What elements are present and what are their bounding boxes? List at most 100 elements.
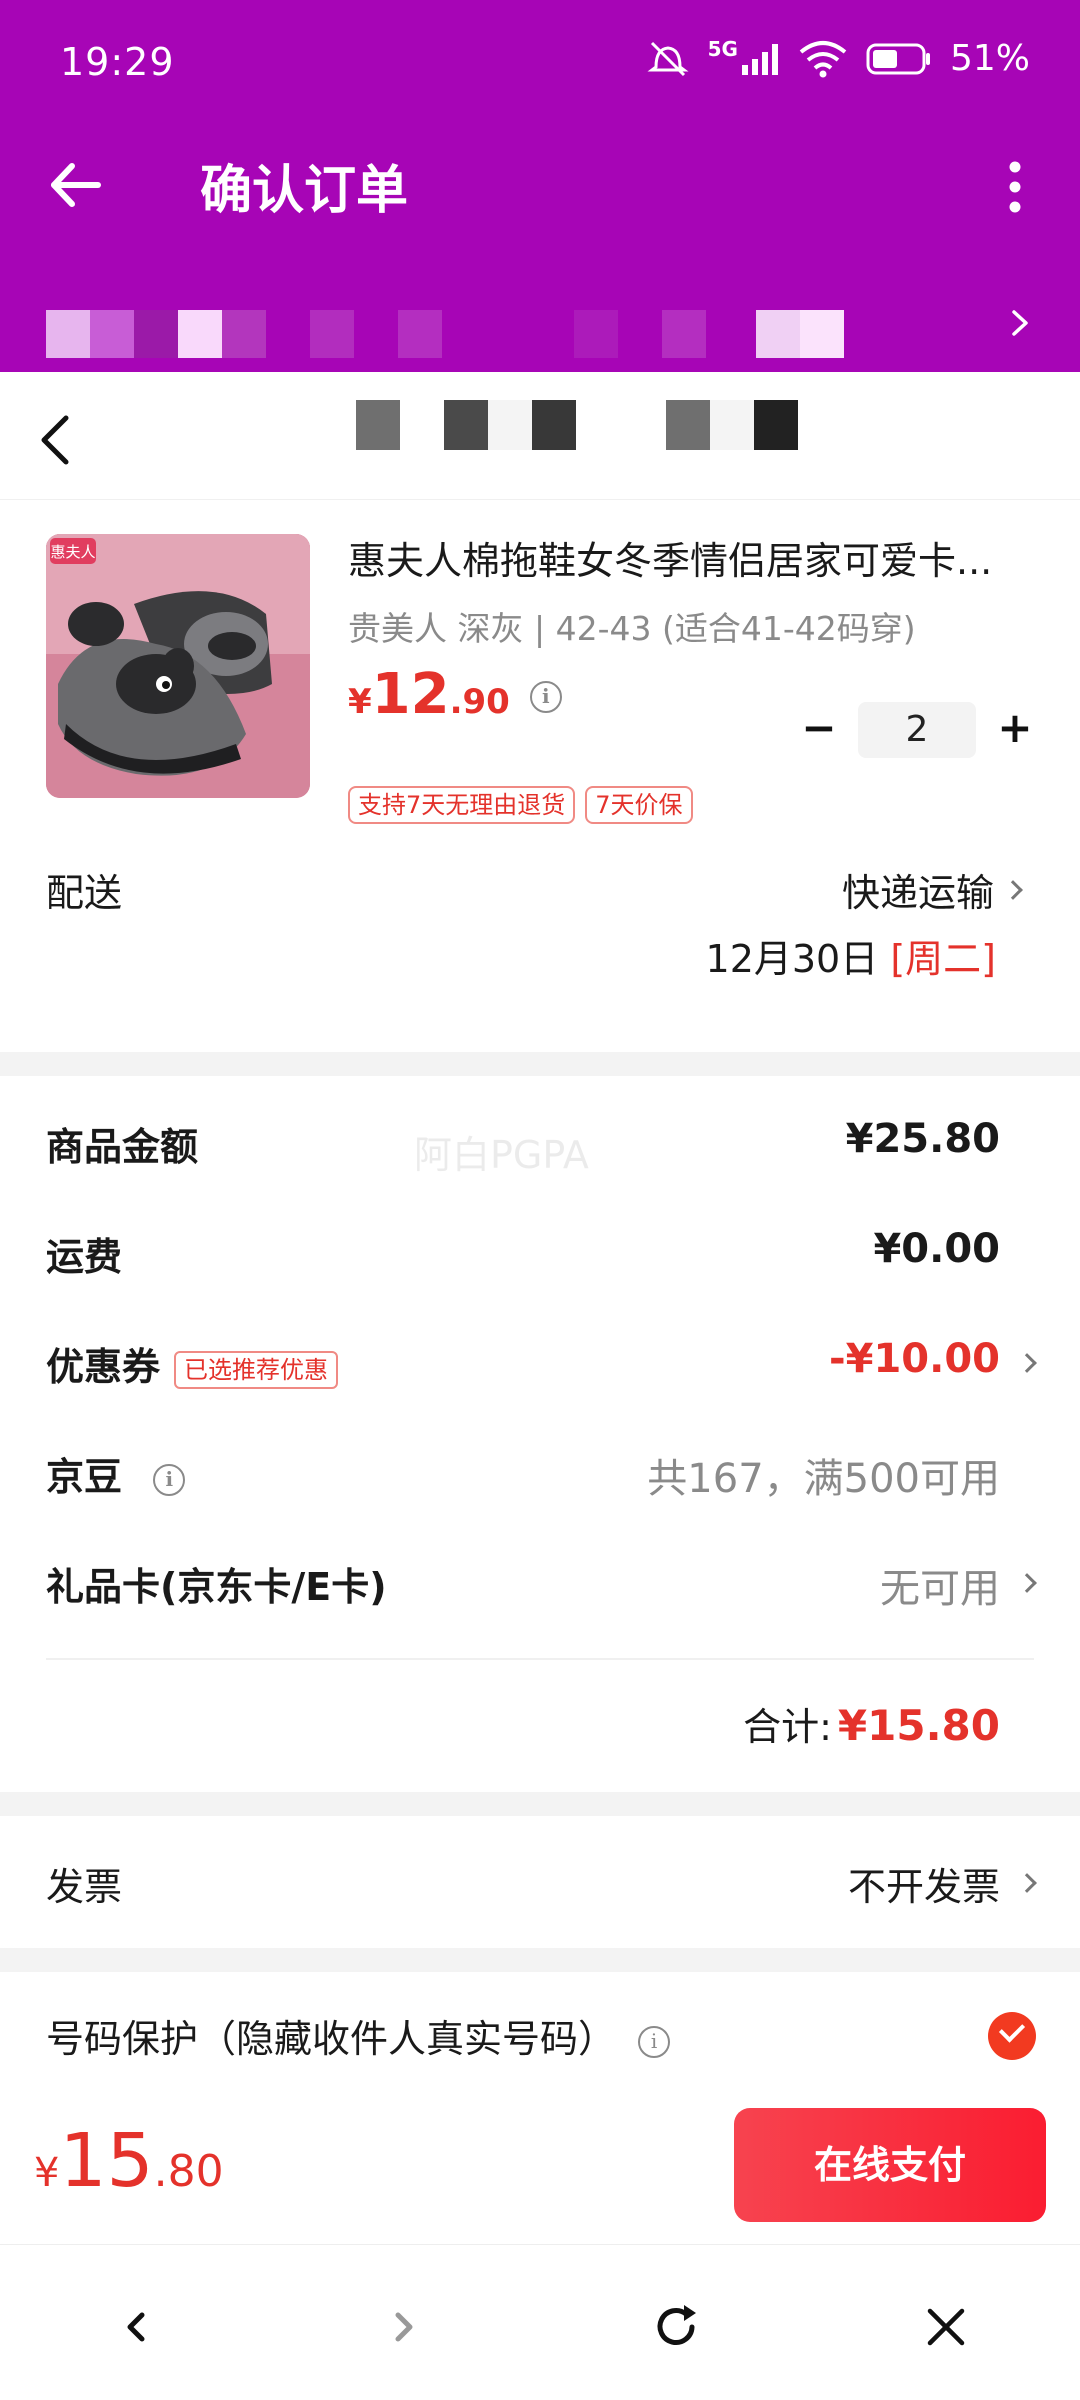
chevron-right-icon: [1017, 1573, 1037, 1593]
total-value: ¥15.80: [837, 1701, 1000, 1750]
jingdou-label-wrap: 京豆 i: [46, 1446, 186, 1501]
jingdou-label: 京豆: [46, 1455, 123, 1499]
pixelated-shop-name: [488, 400, 532, 450]
giftcard-value: 无可用: [880, 1566, 1000, 1612]
delivery-date-text: 12月30日: [705, 937, 879, 981]
goods-amount-label: 商品金额: [46, 1125, 199, 1169]
jingdou-value: 共167，满500可用: [647, 1456, 1000, 1502]
page-title: 确认订单: [200, 161, 409, 221]
invoice-row[interactable]: 发票 不开发票: [0, 1846, 1080, 1916]
privacy-checkbox[interactable]: [988, 2012, 1036, 2060]
coupon-badge: 已选推荐优惠: [174, 1350, 339, 1389]
service-tags: 支持7天无理由退货 7天价保: [348, 786, 693, 824]
refresh-icon: [657, 2305, 696, 2345]
pixelated-shop-name: [444, 400, 488, 450]
chevron-left-icon: [127, 2312, 145, 2342]
network-label: 5G: [707, 36, 738, 61]
chevron-right-icon: [1017, 1353, 1037, 1373]
battery-icon: [866, 43, 930, 74]
more-vertical-icon: [1009, 161, 1021, 213]
invoice-value: 不开发票: [847, 1865, 1000, 1909]
address-row[interactable]: [0, 290, 1080, 370]
shop-back-button[interactable]: [36, 410, 76, 470]
jingdou-info-icon[interactable]: i: [153, 1464, 186, 1496]
pixelated-address: [310, 310, 354, 358]
total-row: 合计: ¥15.80: [743, 1696, 1000, 1751]
decrease-button[interactable]: −: [794, 702, 844, 758]
quantity-stepper: − 2 +: [794, 702, 1040, 758]
jingdou-row: 京豆 i 共167，满500可用: [0, 1436, 1080, 1506]
delivery-method[interactable]: 快递运输: [842, 862, 1023, 917]
shop-row: [0, 372, 1080, 500]
pixelated-shop-name: [710, 400, 754, 450]
order-card: 惠夫人 惠夫人棉拖鞋女冬季情侣居家可爱卡... 贵美人 深灰 | 42-43 (…: [0, 372, 1080, 1052]
giftcard-row[interactable]: 礼品卡(京东卡/E卡) 无可用: [0, 1546, 1080, 1616]
delivery-weekday: [周二]: [890, 937, 996, 981]
chevron-right-icon: [1017, 1873, 1037, 1893]
coupon-label-wrap: 优惠券 已选推荐优惠: [46, 1336, 339, 1391]
pixelated-address: [662, 310, 706, 358]
privacy-label-wrap: 号码保护（隐藏收件人真实号码） i: [46, 2008, 671, 2063]
nav-close-button[interactable]: [906, 2287, 986, 2367]
shipping-value: ¥0.00: [873, 1226, 1000, 1272]
invoice-label: 发票: [46, 1865, 123, 1909]
nav-forward-button[interactable]: [364, 2287, 444, 2367]
pixelated-address: [398, 310, 442, 358]
price-integer: 12: [371, 662, 450, 727]
pixelated-shop-name: [754, 400, 798, 450]
more-button[interactable]: [990, 152, 1040, 222]
price-currency: ¥: [348, 682, 372, 722]
tag-price-protection: 7天价保: [585, 786, 693, 824]
close-icon: [927, 2308, 965, 2346]
coupon-row[interactable]: 优惠券 已选推荐优惠 -¥10.00: [0, 1326, 1080, 1396]
mute-icon: [647, 41, 689, 76]
quantity-input[interactable]: 2: [858, 702, 976, 758]
pay-integer: 15: [59, 2118, 154, 2204]
pixelated-address: [222, 310, 266, 358]
giftcard-label: 礼品卡(京东卡/E卡): [46, 1565, 387, 1609]
pixelated-address: [756, 310, 800, 358]
address-chevron-icon: [1002, 298, 1038, 348]
product-image[interactable]: 惠夫人: [46, 534, 310, 798]
pay-decimal: .80: [153, 2146, 224, 2197]
chevron-right-icon: [1003, 879, 1023, 900]
arrow-left-icon: [51, 163, 101, 207]
delivery-label: 配送: [46, 871, 123, 915]
status-time: 19:29: [60, 40, 175, 84]
back-button[interactable]: [40, 150, 110, 220]
chevron-left-icon: [41, 415, 69, 465]
pixelated-shop-name: [532, 400, 576, 450]
coupon-value: -¥10.00: [829, 1336, 1000, 1382]
title-bar: 确认订单: [0, 130, 1080, 240]
goods-amount-row: 商品金额 ¥25.80: [0, 1106, 1080, 1176]
nav-back-button[interactable]: [96, 2287, 176, 2367]
pixelated-address: [134, 310, 178, 358]
section-divider: [0, 1792, 1080, 1816]
section-divider: [0, 1948, 1080, 1972]
signal-icon: [741, 43, 778, 75]
battery-percent: 51%: [949, 38, 1030, 79]
shipping-row: 运费 ¥0.00: [0, 1216, 1080, 1286]
product-title[interactable]: 惠夫人棉拖鞋女冬季情侣居家可爱卡...: [348, 530, 1028, 585]
privacy-row: 号码保护（隐藏收件人真实号码） i: [0, 2000, 1080, 2070]
summary-divider: [46, 1658, 1034, 1660]
increase-button[interactable]: +: [990, 702, 1040, 758]
pay-currency: ¥: [34, 2150, 60, 2196]
price-decimal: .90: [449, 682, 510, 722]
status-bar: 19:29 5G 51%: [0, 0, 1080, 120]
pay-online-button[interactable]: 在线支付: [734, 2108, 1046, 2222]
pixelated-address: [574, 310, 618, 358]
shipping-label: 运费: [46, 1235, 123, 1279]
brand-logo-text: 惠夫人: [50, 543, 95, 561]
privacy-label: 号码保护（隐藏收件人真实号码）: [46, 2017, 617, 2061]
privacy-info-icon[interactable]: i: [638, 2026, 671, 2058]
nav-refresh-button[interactable]: [636, 2287, 716, 2367]
wifi-icon: [799, 40, 847, 77]
total-label: 合计:: [743, 1705, 832, 1749]
price-info-icon[interactable]: i: [529, 681, 562, 713]
pixelated-address: [46, 310, 90, 358]
header: 19:29 5G 51% 确认订单: [0, 0, 1080, 375]
product-spec: 贵美人 深灰 | 42-43 (适合41-42码穿): [348, 609, 916, 648]
chevron-right-icon: [395, 2312, 413, 2342]
product-price: ¥ 12 .90 i: [348, 662, 562, 727]
